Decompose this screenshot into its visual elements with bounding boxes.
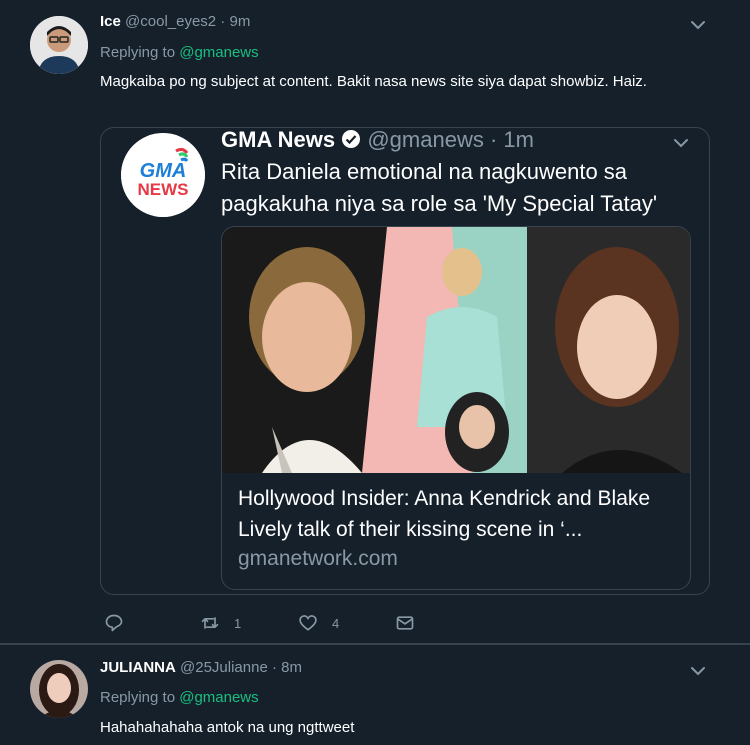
reply-icon (105, 614, 123, 632)
avatar[interactable] (30, 660, 88, 718)
chevron-down-icon[interactable] (690, 663, 706, 679)
replying-to: Replying to @gmanews (100, 689, 259, 706)
chevron-down-icon[interactable] (690, 17, 706, 33)
gma-news-logo: GMA NEWS (121, 133, 205, 217)
logo-text-gma: GMA (140, 160, 187, 182)
tweet-text: Magkaiba po ng subject at content. Bakit… (100, 73, 647, 90)
card-domain: gmanetwork.com (238, 547, 398, 570)
replying-to-label: Replying to (100, 44, 180, 61)
direct-message-button[interactable] (395, 611, 415, 635)
tweet-header: Ice @cool_eyes2 · 9m (100, 13, 250, 30)
mention-link[interactable]: @gmanews (179, 44, 258, 61)
verified-badge-icon (342, 130, 361, 148)
logo-text-news: NEWS (138, 180, 189, 199)
avatar[interactable] (30, 16, 88, 74)
link-card[interactable]: Hollywood Insider: Anna Kendrick and Bla… (221, 226, 691, 590)
tweet-header: JULIANNA @25Julianne · 8m (100, 659, 302, 676)
retweet-icon (201, 617, 219, 629)
card-title: Hollywood Insider: Anna Kendrick and Bla… (238, 487, 651, 541)
tweet-text: Hahahahahaha antok na ung ngttweet (100, 719, 355, 736)
handle-and-time[interactable]: @25Julianne · 8m (180, 659, 302, 676)
display-name[interactable]: Ice (100, 13, 121, 30)
quoted-chevron-down-icon[interactable] (673, 135, 689, 151)
retweet-count: 1 (234, 615, 242, 631)
heart-icon (299, 615, 317, 631)
envelope-icon (396, 616, 414, 630)
quoted-header: GMA News @gmanews · 1m (221, 127, 534, 153)
like-button[interactable]: 4 (298, 611, 339, 635)
replying-to: Replying to @gmanews (100, 44, 259, 61)
retweet-button[interactable]: 1 (200, 611, 241, 635)
quoted-display-name[interactable]: GMA News (221, 127, 335, 152)
quoted-text: Rita Daniela emotional na nagkuwento sa … (221, 159, 658, 216)
quoted-tweet[interactable]: GMA NEWS GMA News @gmanews · 1m Rita Dan… (100, 127, 710, 595)
like-count: 4 (332, 615, 340, 631)
handle-and-time[interactable]: @cool_eyes2 · 9m (125, 13, 250, 30)
tweet-ice[interactable]: Ice @cool_eyes2 · 9m Replying to @gmanew… (0, 0, 750, 643)
reply-button[interactable] (104, 611, 124, 635)
mention-link[interactable]: @gmanews (179, 689, 258, 706)
display-name[interactable]: JULIANNA (100, 659, 176, 676)
quoted-handle-and-time[interactable]: @gmanews · 1m (367, 127, 534, 152)
card-image (222, 227, 690, 473)
tweet-julianna[interactable]: JULIANNA @25Julianne · 8m Replying to @g… (0, 645, 750, 745)
replying-to-label: Replying to (100, 689, 180, 706)
